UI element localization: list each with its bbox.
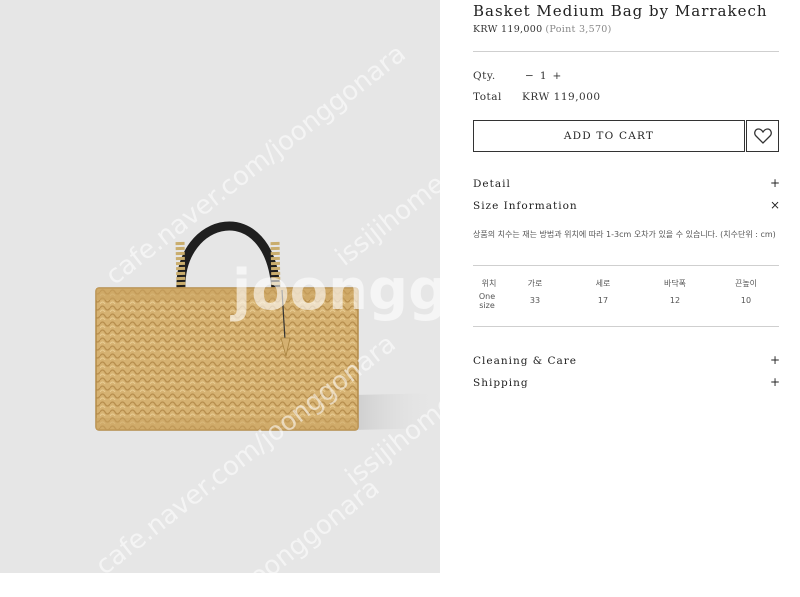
divider — [473, 51, 779, 52]
accordion-size-information[interactable]: Size Information — [473, 200, 578, 212]
wishlist-button[interactable] — [746, 120, 779, 152]
divider — [473, 265, 779, 266]
accordion-detail[interactable]: Detail — [473, 178, 511, 190]
quantity-stepper: −1 + — [522, 70, 564, 82]
size-value-width: 33 — [529, 296, 541, 305]
add-to-cart-button[interactable]: ADD TO CART — [473, 120, 745, 152]
points-value: (Point 3,570) — [545, 24, 612, 35]
heart-icon — [753, 128, 772, 144]
qty-label: Qty. — [473, 70, 496, 82]
product-price: KRW 119,000 (Point 3,570) — [473, 24, 612, 35]
expand-icon[interactable]: + — [770, 353, 780, 367]
product-title: Basket Medium Bag by Marrakech — [473, 2, 768, 20]
size-note: 상품의 치수는 재는 방법과 위치에 따라 1-3cm 오차가 있을 수 있습니… — [473, 230, 776, 239]
divider — [473, 326, 779, 327]
qty-decrease-button[interactable]: − — [522, 70, 537, 82]
expand-icon[interactable]: + — [770, 176, 780, 190]
size-header-position: 위치 — [481, 279, 497, 288]
accordion-shipping[interactable]: Shipping — [473, 377, 529, 389]
size-header-height: 세로 — [595, 279, 611, 288]
qty-increase-button[interactable]: + — [550, 70, 565, 82]
size-header-strap-height: 끈높이 — [734, 279, 758, 288]
size-row-label: One size — [478, 292, 496, 310]
price-value: KRW 119,000 — [473, 24, 543, 35]
qty-value[interactable]: 1 — [537, 70, 550, 82]
expand-icon[interactable]: + — [770, 375, 780, 389]
size-value-strap-height: 10 — [740, 296, 752, 305]
size-value-bottom-width: 12 — [669, 296, 681, 305]
size-header-width: 가로 — [527, 279, 543, 288]
size-value-height: 17 — [597, 296, 609, 305]
size-header-bottom-width: 바닥폭 — [663, 279, 687, 288]
total-label: Total — [473, 91, 502, 103]
accordion-cleaning-care[interactable]: Cleaning & Care — [473, 355, 577, 367]
collapse-icon[interactable]: × — [770, 198, 780, 212]
product-info-panel: Basket Medium Bag by Marrakech KRW 119,0… — [473, 0, 780, 573]
total-value: KRW 119,000 — [522, 91, 601, 103]
